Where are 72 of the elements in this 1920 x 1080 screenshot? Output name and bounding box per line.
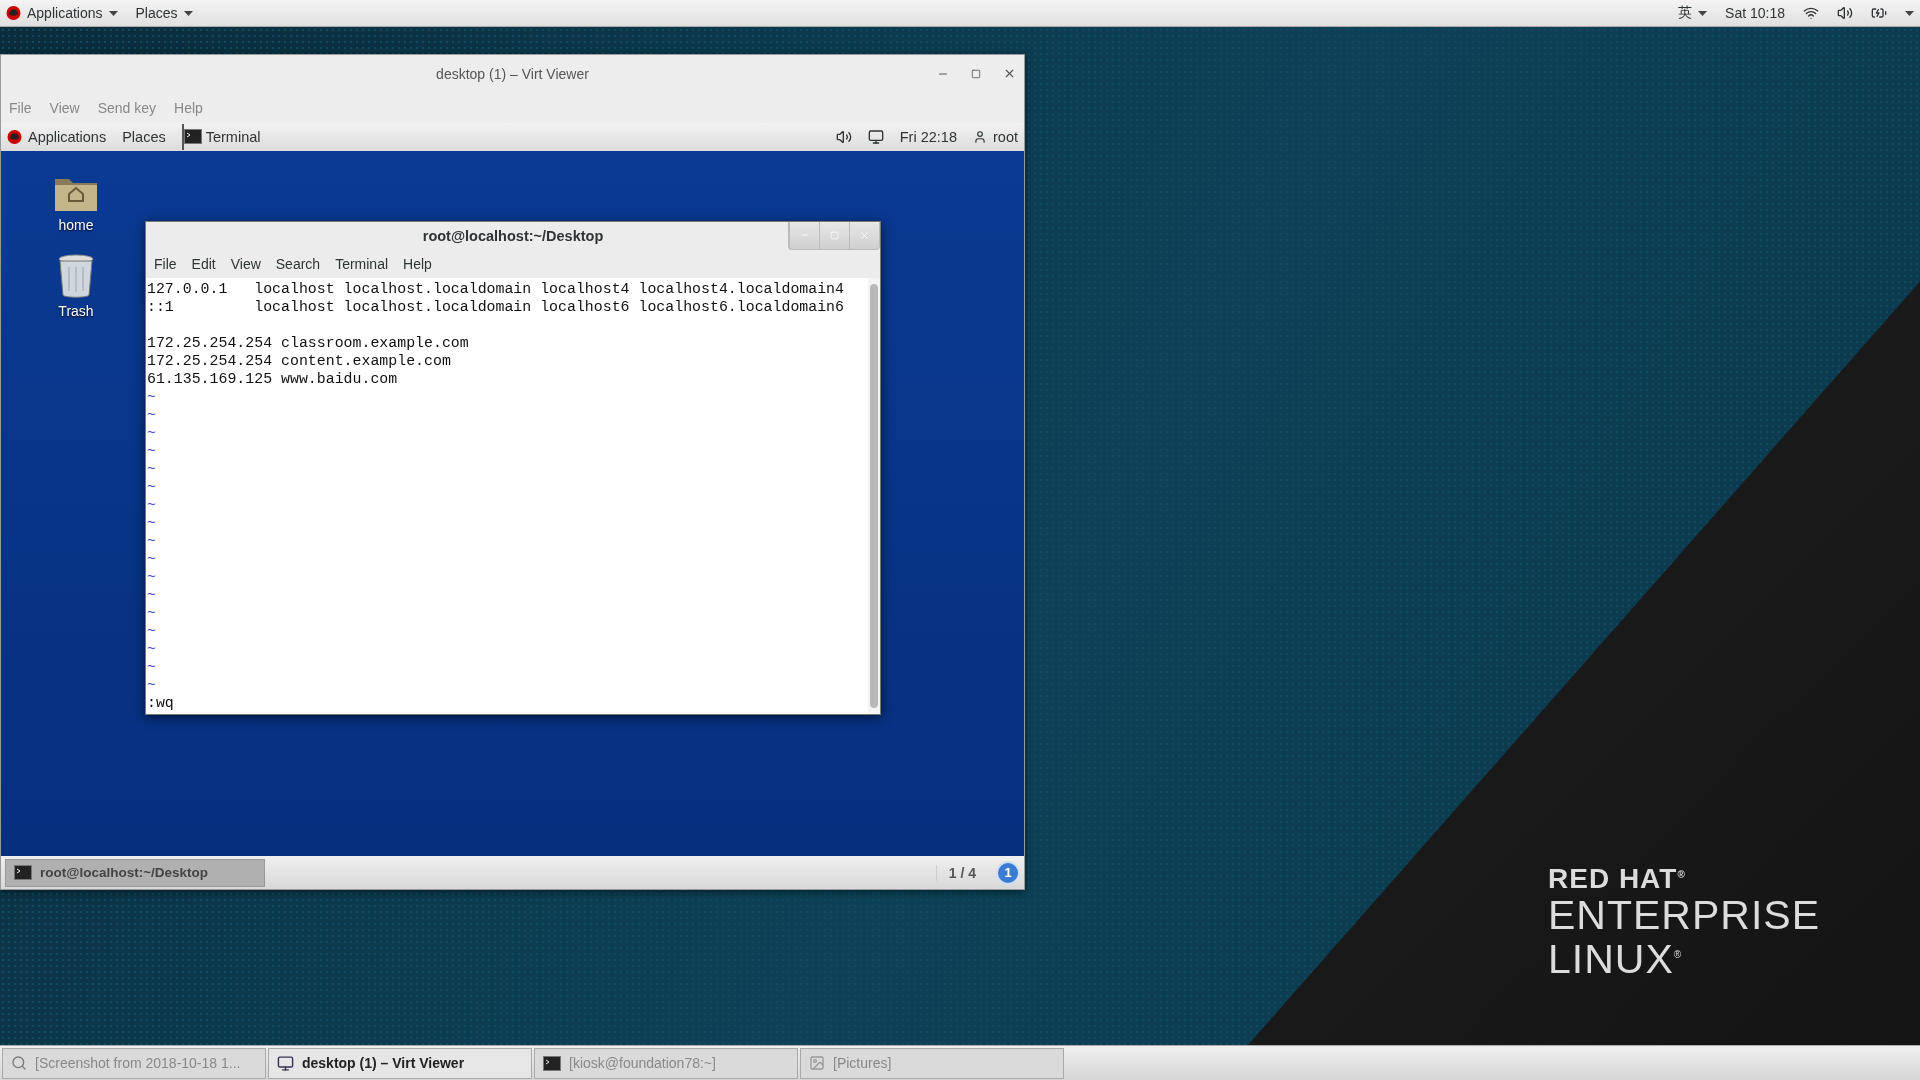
volume-icon[interactable]: [1837, 5, 1853, 21]
maximize-icon[interactable]: [971, 68, 981, 79]
terminal-icon: [543, 1055, 561, 1071]
volume-icon[interactable]: [835, 128, 852, 145]
command-line: :wq: [147, 693, 175, 712]
empty-line-marker: ~: [147, 477, 157, 496]
scrollbar-thumb[interactable]: [870, 283, 878, 708]
empty-line-marker: ~: [147, 639, 157, 658]
empty-line-marker: ~: [147, 459, 157, 478]
empty-line-marker: ~: [147, 531, 157, 550]
taskbar-item[interactable]: desktop (1) – Virt Viewer: [268, 1047, 532, 1079]
clock[interactable]: Sat 10:18: [1725, 5, 1785, 21]
wifi-icon[interactable]: [1803, 5, 1819, 21]
places-menu[interactable]: Places: [122, 128, 166, 145]
hat-logo-icon: [6, 6, 21, 20]
caret-icon: [1905, 10, 1914, 16]
terminal-line: ::1 localhost localhost.localdomain localhost6 localhost6.localdomain6: [147, 297, 845, 316]
terminal-icon: [183, 129, 202, 145]
picture-icon: [809, 1055, 825, 1071]
empty-line-marker: ~: [147, 513, 157, 532]
logo-text: RED HAT$^{®}$: [1548, 862, 1687, 896]
monitor-icon: [277, 1054, 294, 1072]
empty-line-marker: ~: [147, 441, 157, 460]
empty-line-marker: ~: [147, 585, 157, 604]
menu-item[interactable]: View: [230, 256, 261, 273]
empty-line-marker: ~: [147, 423, 157, 442]
close-icon: [859, 229, 870, 241]
trash-icon: [56, 252, 96, 299]
maximize-icon: [830, 230, 839, 240]
user-icon: [973, 129, 987, 144]
terminal-task[interactable]: Terminal: [181, 123, 265, 150]
user-menu[interactable]: root: [973, 128, 1018, 145]
empty-line-marker: ~: [147, 387, 157, 406]
terminal-line: 127.0.0.1 localhost localhost.localdomain localhost4 localhost4.localdomain4: [147, 279, 845, 298]
menu-item[interactable]: Search: [275, 256, 321, 273]
notification-badge[interactable]: 1: [996, 860, 1020, 885]
icon-label[interactable]: home: [58, 216, 94, 233]
terminal-line: 172.25.254.254 classroom.example.com: [147, 333, 470, 352]
menu-item[interactable]: Edit: [191, 256, 216, 273]
empty-line-marker: ~: [147, 603, 157, 622]
empty-line-marker: ~: [147, 567, 157, 586]
empty-line-marker: ~: [147, 675, 157, 694]
terminal-line: 61.135.169.125 www.baidu.com: [147, 369, 399, 388]
empty-line-marker: ~: [147, 495, 157, 514]
menu-item[interactable]: Help: [403, 256, 432, 273]
caret-icon: [1698, 10, 1708, 16]
icon-label[interactable]: Trash: [58, 302, 94, 319]
menu-item[interactable]: Terminal: [335, 256, 389, 273]
empty-line-marker: ~: [147, 621, 157, 640]
caret-icon: [183, 10, 193, 16]
places-menu[interactable]: Places: [135, 5, 193, 21]
window-list-item[interactable]: root@localhost:~/Desktop: [5, 858, 265, 887]
applications-menu[interactable]: Applications: [6, 5, 118, 21]
input-method-menu[interactable]: 英: [1678, 4, 1708, 22]
empty-line-marker: ~: [147, 657, 157, 676]
workspace-indicator[interactable]: 1 / 4: [935, 864, 988, 881]
clock[interactable]: Fri 22:18: [899, 128, 957, 145]
battery-icon[interactable]: [1871, 5, 1887, 21]
window-title: desktop (1) – Virt Viewer: [436, 65, 589, 82]
applications-menu[interactable]: Applications: [7, 128, 107, 145]
terminal-icon: [14, 865, 32, 881]
empty-line-marker: ~: [147, 405, 157, 424]
network-icon[interactable]: [867, 128, 884, 145]
menu-item[interactable]: File: [154, 256, 177, 273]
empty-line-marker: ~: [147, 549, 157, 568]
logo-text: ENTERPRISE: [1548, 895, 1820, 936]
window-title: root@localhost:~/Desktop: [422, 228, 604, 245]
caret-icon: [108, 10, 118, 16]
terminal-line: 172.25.254.254 content.example.com: [147, 351, 452, 370]
hat-logo-icon: [7, 129, 22, 144]
logo-text: LINUX$^{®}$: [1548, 935, 1684, 979]
magnifier-icon: [11, 1055, 27, 1071]
